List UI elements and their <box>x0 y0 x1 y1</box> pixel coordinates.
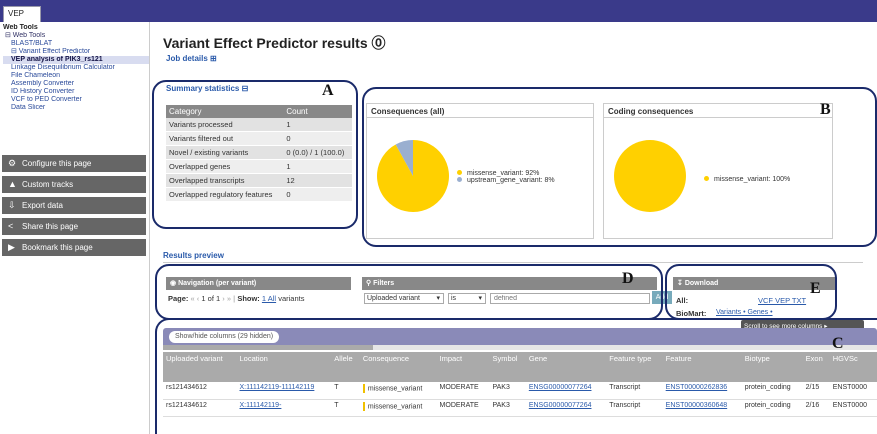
annotation-box-c <box>155 318 877 434</box>
share-icon: < <box>8 221 14 231</box>
bookmark-icon: ▶ <box>8 242 15 252</box>
sidebar-button-label: Custom tracks <box>22 180 74 189</box>
sidebar-button[interactable]: ⇩ Export data <box>2 197 146 214</box>
sidebar-tree-item[interactable]: ⊟ Web Tools <box>3 32 149 40</box>
annotation-label-a: A <box>322 82 334 99</box>
sidebar-tree-item[interactable]: BLAST/BLAT <box>3 40 149 48</box>
top-bar: VEP <box>0 0 877 22</box>
sidebar-button-label: Bookmark this page <box>22 243 93 252</box>
sidebar-button-label: Share this page <box>22 222 79 231</box>
sidebar: Web Tools ⊟ Web Tools BLAST/BLAT ⊟ Variant … <box>0 22 150 434</box>
custom-tracks-icon: ▲ <box>8 179 17 189</box>
sidebar-tree-item: Web Tools <box>3 24 38 31</box>
gear-icon: ⚙ <box>8 158 17 168</box>
sidebar-button[interactable]: < Share this page <box>2 218 146 235</box>
sidebar-tree-item[interactable]: ⊟ Variant Effect Predictor <box>3 48 149 56</box>
sidebar-tree-item[interactable]: VEP analysis of PIK3_rs121 <box>3 56 149 64</box>
export-icon: ⇩ <box>8 200 16 210</box>
page-title: Variant Effect Predictor results ⓪ <box>163 35 386 51</box>
sidebar-button-label: Configure this page <box>22 159 92 168</box>
annotation-box-d <box>155 264 663 320</box>
sidebar-button[interactable]: ▲ Custom tracks <box>2 176 146 193</box>
annotation-box-a <box>152 80 358 229</box>
sidebar-tree-item[interactable]: Data Slicer <box>3 104 149 112</box>
sidebar-tree-item[interactable]: Linkage Disequilibrium Calculator <box>3 64 149 72</box>
tab-vep[interactable]: VEP <box>3 6 41 22</box>
sidebar-button[interactable]: ▶ Bookmark this page <box>2 239 146 256</box>
sidebar-button[interactable]: ⚙ Configure this page <box>2 155 146 172</box>
sidebar-button-label: Export data <box>22 201 63 210</box>
sidebar-tree-item[interactable]: Assembly Converter <box>3 80 149 88</box>
annotation-box-b <box>362 87 877 247</box>
sidebar-tree-item[interactable]: VCF to PED Converter <box>3 96 149 104</box>
annotation-label-b: B <box>820 101 831 118</box>
annotation-label-c: C <box>832 335 844 352</box>
sidebar-tree: Web Tools ⊟ Web Tools BLAST/BLAT ⊟ Variant … <box>0 22 149 112</box>
job-details-link[interactable]: Job details ⊞ <box>166 54 217 63</box>
sidebar-tree-item[interactable]: File Chameleon <box>3 72 149 80</box>
results-preview-heading: Results preview <box>163 251 863 263</box>
annotation-label-d: D <box>622 270 634 287</box>
sidebar-tree-item[interactable]: ID History Converter <box>3 88 149 96</box>
annotation-label-e: E <box>810 280 821 297</box>
